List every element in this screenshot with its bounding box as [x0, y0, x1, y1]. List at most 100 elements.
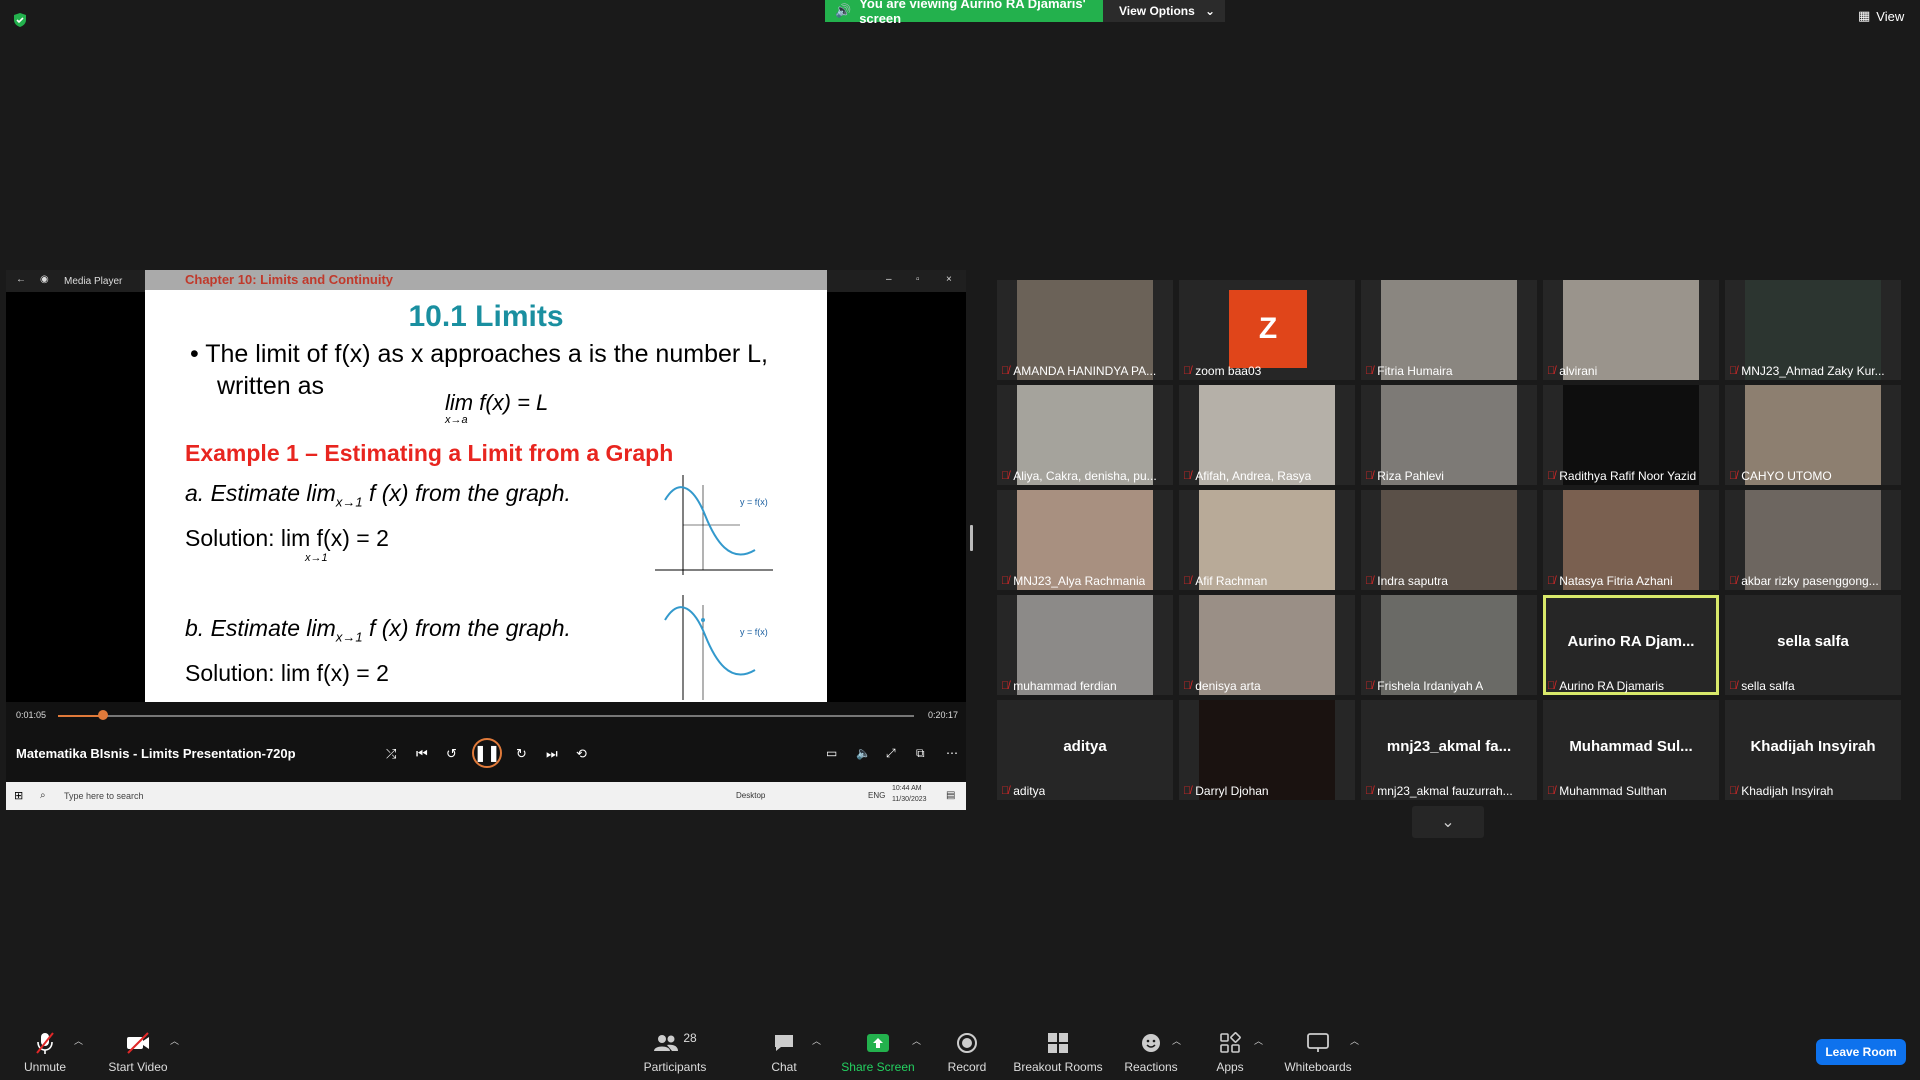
- chat-label: Chat: [771, 1060, 797, 1074]
- participant-tile[interactable]: 🎙̸ MNJ23_Ahmad Zaky Kur...: [1725, 280, 1901, 380]
- participant-name-label: 🎙̸ Khadijah Insyirah: [1729, 784, 1833, 798]
- notification-icon[interactable]: ▤: [946, 790, 955, 801]
- participant-tile[interactable]: 🎙̸ AMANDA HANINDYA PA...: [997, 280, 1173, 380]
- participant-name-label: 🎙̸ Muhammad Sulthan: [1547, 784, 1667, 798]
- total-time: 0:20:17: [928, 710, 959, 720]
- forward-icon[interactable]: ↻: [516, 746, 527, 762]
- previous-icon[interactable]: ⏮: [416, 746, 428, 762]
- desktop-label[interactable]: Desktop: [736, 791, 765, 800]
- windows-start-icon[interactable]: ⊞: [14, 789, 23, 802]
- chat-options-caret-icon[interactable]: ︿: [812, 1034, 821, 1047]
- participant-display-name: mnj23_akmal fa...: [1386, 738, 1512, 755]
- participant-name-label: 🎙̸ Riza Pahlevi: [1365, 469, 1444, 483]
- back-arrow-icon[interactable]: ←: [16, 274, 26, 285]
- participant-tile[interactable]: mnj23_akmal fa... 🎙̸ mnj23_akmal fauzurrah…: [1361, 700, 1537, 800]
- close-icon[interactable]: ×: [946, 274, 952, 285]
- participant-name-label: 🎙̸ mnj23_akmal fauzurrah...: [1365, 784, 1513, 798]
- view-button[interactable]: ▦ View: [1858, 8, 1904, 24]
- pause-icon: ❚❚: [473, 745, 501, 762]
- view-options-button[interactable]: View Options ⌄: [1103, 0, 1225, 22]
- graph-b: y = f(x): [664, 595, 768, 700]
- restore-icon[interactable]: ▫: [916, 274, 920, 285]
- video-off-icon: [125, 1030, 151, 1056]
- participant-tile[interactable]: aditya 🎙̸ aditya: [997, 700, 1173, 800]
- record-button[interactable]: Record: [942, 1020, 992, 1080]
- participant-tile[interactable]: 🎙̸ alvirani: [1543, 280, 1719, 380]
- gallery-scroll-down-button[interactable]: ⌄: [1412, 806, 1484, 838]
- rewind-icon[interactable]: ↺: [446, 746, 457, 762]
- audio-options-caret-icon[interactable]: ︿: [74, 1034, 83, 1047]
- chevron-down-icon: ⌄: [1441, 814, 1455, 831]
- next-icon[interactable]: ⏭: [546, 746, 558, 762]
- mic-muted-icon: 🎙̸: [1729, 575, 1738, 587]
- reactions-caret-icon[interactable]: ︿: [1172, 1034, 1181, 1047]
- split-resize-handle[interactable]: [970, 525, 973, 551]
- mic-muted-icon: 🎙̸: [1365, 470, 1374, 482]
- seek-bar[interactable]: [58, 710, 914, 720]
- lang-indicator[interactable]: ENG: [868, 791, 885, 800]
- grid-view-icon: ▦: [1858, 8, 1871, 23]
- security-shield-icon[interactable]: [12, 12, 28, 28]
- mic-muted-icon: 🎙̸: [1001, 680, 1010, 692]
- minimize-icon[interactable]: –: [886, 274, 892, 285]
- participant-tile[interactable]: 🎙̸ Frishela Irdaniyah A: [1361, 595, 1537, 695]
- participant-tile[interactable]: 🎙̸ Aliya, Cakra, denisha, pu...: [997, 385, 1173, 485]
- more-options-icon[interactable]: ⋯: [946, 746, 958, 760]
- mic-muted-icon: 🎙̸: [1547, 785, 1556, 797]
- whiteboards-caret-icon[interactable]: ︿: [1350, 1034, 1359, 1047]
- windows-taskbar: ⊞ ⌕ Type here to search Desktop ENG 10:4…: [6, 782, 966, 810]
- apps-caret-icon[interactable]: ︿: [1254, 1034, 1263, 1047]
- taskbar-search-icon[interactable]: ⌕: [40, 790, 46, 801]
- participant-tile[interactable]: 🎙̸ CAHYO UTOMO: [1725, 385, 1901, 485]
- share-screen-button[interactable]: Share Screen: [838, 1020, 918, 1080]
- mic-muted-icon: 🎙̸: [1001, 575, 1010, 587]
- participants-button[interactable]: 28 Participants: [640, 1020, 710, 1080]
- reactions-button[interactable]: Reactions: [1124, 1020, 1178, 1080]
- participant-tile[interactable]: Khadijah Insyirah 🎙̸ Khadijah Insyirah: [1725, 700, 1901, 800]
- participant-display-name: sella salfa: [1777, 633, 1849, 650]
- leave-room-button[interactable]: Leave Room: [1816, 1039, 1906, 1065]
- volume-icon[interactable]: 🔈: [856, 746, 871, 760]
- participant-name-label: 🎙̸ zoom baa03: [1183, 364, 1261, 378]
- participant-tile[interactable]: 🎙̸ Fitria Humaira: [1361, 280, 1537, 380]
- participant-tile[interactable]: 🎙̸ Natasya Fitria Azhani: [1543, 490, 1719, 590]
- participant-tile[interactable]: 🎙̸ Darryl Djohan: [1179, 700, 1355, 800]
- participant-tile[interactable]: 🎙̸ Riza Pahlevi: [1361, 385, 1537, 485]
- participant-tile[interactable]: 🎙̸ akbar rizky pasenggong...: [1725, 490, 1901, 590]
- participant-tile[interactable]: Z 🎙̸ zoom baa03: [1179, 280, 1355, 380]
- participant-tile[interactable]: Aurino RA Djam... 🎙̸ Aurino RA Djamaris: [1543, 595, 1719, 695]
- repeat-icon[interactable]: ⟲: [576, 746, 587, 762]
- participant-tile[interactable]: 🎙̸ Afif Rachman: [1179, 490, 1355, 590]
- participant-name-label: 🎙̸ aditya: [1001, 784, 1045, 798]
- miniplayer-icon[interactable]: ⧉: [916, 746, 925, 761]
- apps-button[interactable]: Apps: [1210, 1020, 1250, 1080]
- participant-name: muhammad ferdian: [1013, 679, 1117, 693]
- mic-muted-icon: 🎙̸: [1001, 365, 1010, 377]
- participant-tile[interactable]: 🎙̸ muhammad ferdian: [997, 595, 1173, 695]
- participant-tile[interactable]: 🎙̸ Indra saputra: [1361, 490, 1537, 590]
- participant-tile[interactable]: sella salfa 🎙̸ sella salfa: [1725, 595, 1901, 695]
- whiteboards-button[interactable]: Whiteboards: [1280, 1020, 1356, 1080]
- breakout-rooms-button[interactable]: Breakout Rooms: [1010, 1020, 1106, 1080]
- pause-button[interactable]: ❚❚: [472, 738, 502, 768]
- participant-name-label: 🎙̸ MNJ23_Ahmad Zaky Kur...: [1729, 364, 1885, 378]
- taskbar-search-input[interactable]: Type here to search: [64, 791, 144, 801]
- participant-tile[interactable]: 🎙̸ Afifah, Andrea, Rasya: [1179, 385, 1355, 485]
- unmute-label: Unmute: [23, 1060, 67, 1074]
- participant-tile[interactable]: Muhammad Sul... 🎙̸ Muhammad Sulthan: [1543, 700, 1719, 800]
- start-video-button[interactable]: Start Video: [106, 1020, 170, 1080]
- video-options-caret-icon[interactable]: ︿: [170, 1034, 179, 1047]
- participant-tile[interactable]: 🎙̸ Radithya Rafif Noor Yazid: [1543, 385, 1719, 485]
- fullscreen-icon[interactable]: ⤢: [886, 746, 896, 761]
- slide-bullet-1: • The limit of f(x) as x approaches a is…: [190, 340, 768, 368]
- chat-button[interactable]: Chat: [764, 1020, 804, 1080]
- seek-thumb[interactable]: [98, 710, 109, 720]
- mic-muted-icon: 🎙̸: [1547, 575, 1556, 587]
- unmute-button[interactable]: Unmute: [18, 1020, 72, 1080]
- slide-example-heading: Example 1 – Estimating a Limit from a Gr…: [185, 440, 674, 466]
- share-options-caret-icon[interactable]: ︿: [912, 1034, 921, 1047]
- shuffle-icon[interactable]: ⤮: [386, 746, 396, 762]
- participant-tile[interactable]: 🎙̸ MNJ23_Alya Rachmania: [997, 490, 1173, 590]
- participant-tile[interactable]: 🎙̸ denisya arta: [1179, 595, 1355, 695]
- captions-icon[interactable]: ▭: [826, 746, 837, 760]
